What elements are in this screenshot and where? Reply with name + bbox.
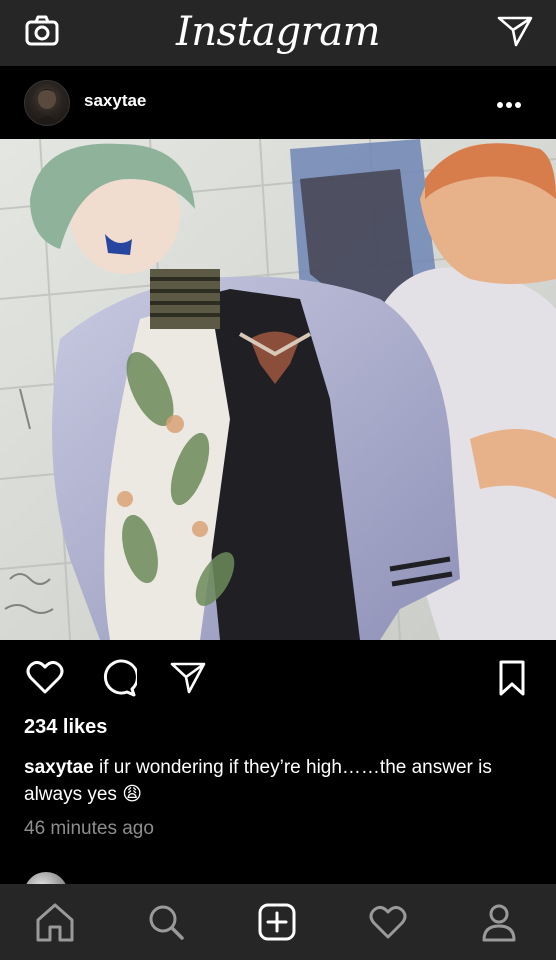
tab-home[interactable]	[34, 900, 76, 944]
post-photo[interactable]	[0, 139, 556, 640]
post-caption: saxytae if ur wondering if they’re high……	[24, 754, 534, 808]
direct-message-icon[interactable]	[496, 14, 534, 48]
save-button[interactable]	[496, 659, 528, 697]
heart-icon	[367, 905, 409, 948]
likes-count[interactable]: 234 likes	[24, 716, 107, 739]
post-username[interactable]: saxytae	[84, 91, 146, 111]
heart-icon	[26, 660, 64, 701]
home-icon	[34, 903, 76, 948]
comment-button[interactable]	[99, 659, 139, 697]
tab-search[interactable]	[145, 900, 187, 944]
profile-icon	[478, 904, 520, 948]
instagram-logo: Instagram	[175, 9, 381, 55]
search-icon	[145, 905, 187, 948]
more-options-icon[interactable]	[496, 97, 522, 108]
share-button[interactable]	[169, 659, 207, 697]
tab-new-post[interactable]	[256, 900, 298, 944]
comment-icon	[99, 659, 139, 701]
caption-text: if ur wondering if they’re high……the ans…	[24, 757, 492, 805]
add-post-icon	[256, 903, 298, 948]
tab-activity[interactable]	[367, 900, 409, 944]
bookmark-icon	[496, 660, 528, 701]
caption-username[interactable]: saxytae	[24, 757, 94, 778]
post-timestamp: 46 minutes ago	[24, 818, 154, 839]
like-button[interactable]	[26, 659, 64, 697]
avatar[interactable]	[24, 80, 70, 126]
share-icon	[169, 662, 207, 701]
tab-profile[interactable]	[478, 900, 520, 944]
